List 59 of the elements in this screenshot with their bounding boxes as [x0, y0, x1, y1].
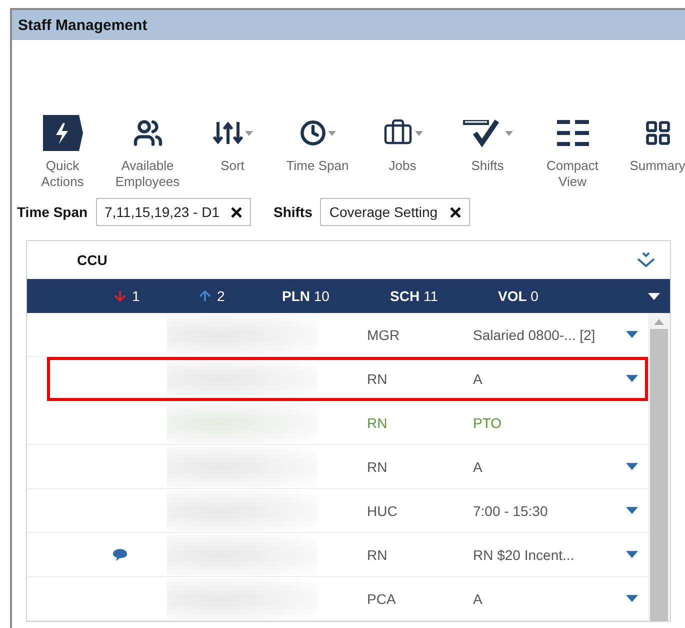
role-text: PCA: [367, 590, 397, 606]
table-row[interactable]: MGR Salaried 0800-... [2]: [27, 313, 648, 357]
toolbar-button[interactable]: Sort: [190, 114, 275, 190]
close-icon[interactable]: [450, 206, 461, 218]
stat-value: 1: [132, 288, 140, 304]
toolbar-button[interactable]: Shifts: [445, 114, 530, 190]
dropdown-caret-icon[interactable]: [626, 331, 638, 338]
dropdown-caret-icon[interactable]: [626, 507, 638, 514]
sort-icon: [212, 120, 242, 146]
shift-text: RN $20 Incent...: [473, 546, 574, 562]
window-title: Staff Management: [12, 10, 685, 40]
filter-label: Shifts: [273, 204, 312, 220]
grid-icon: [644, 119, 672, 147]
table-row[interactable]: RN A: [27, 445, 648, 489]
role-text: RN: [367, 414, 388, 430]
dropdown-caret-icon[interactable]: [626, 463, 638, 470]
shift-text: A: [473, 458, 482, 474]
table-row[interactable]: PCA A: [27, 577, 648, 621]
people-icon: [132, 118, 162, 148]
dropdown-caret-icon[interactable]: [626, 595, 638, 602]
shift-text: Salaried 0800-... [2]: [473, 326, 596, 342]
shift-text: 7:00 - 15:30: [473, 502, 548, 518]
filter-chip[interactable]: 7,11,15,19,23 - D1: [96, 198, 252, 226]
stat-value: PLN 10: [282, 288, 330, 304]
table-row[interactable]: RN A: [47, 357, 648, 401]
comment-icon[interactable]: [113, 548, 127, 560]
caret-icon[interactable]: [648, 292, 660, 300]
role-text: MGR: [367, 326, 401, 342]
toolbar-button[interactable]: Time Span: [275, 114, 360, 190]
down-arrow-icon: [112, 288, 128, 304]
dropdown-caret-icon[interactable]: [626, 375, 638, 382]
stat-value: VOL 0: [498, 288, 538, 304]
role-text: RN: [367, 370, 388, 386]
filter-chip[interactable]: Coverage Setting: [320, 198, 470, 226]
table-row[interactable]: RN PTO: [27, 401, 648, 445]
table-row[interactable]: RN RN $20 Incent...: [27, 533, 648, 577]
toolbar-button[interactable]: Jobs: [360, 114, 445, 190]
toolbar-button[interactable]: Summary: [615, 114, 685, 190]
filter-label: Time Span: [17, 204, 88, 220]
table-row[interactable]: HUC 7:00 - 15:30: [27, 489, 648, 533]
close-icon[interactable]: [231, 206, 242, 218]
stat-value: 2: [217, 288, 225, 304]
clock-icon: [300, 120, 326, 146]
role-text: RN: [367, 458, 388, 474]
stat-value: SCH 11: [390, 288, 438, 304]
shift-text: A: [473, 590, 482, 606]
lightning-icon: [42, 115, 82, 151]
toolbar-button[interactable]: Quick Actions: [20, 114, 105, 190]
dropdown-caret-icon[interactable]: [626, 551, 638, 558]
toolbar-button[interactable]: Available Employees: [105, 114, 190, 190]
collapse-icon[interactable]: [636, 252, 656, 268]
role-text: RN: [367, 546, 388, 562]
toolbar-button[interactable]: Compact View: [530, 114, 615, 190]
unit-name: CCU: [77, 252, 108, 268]
role-text: HUC: [367, 502, 398, 518]
up-arrow-icon: [197, 288, 213, 304]
shift-text: PTO: [473, 414, 502, 430]
list-icon: [556, 120, 588, 146]
shift-text: A: [473, 370, 482, 386]
